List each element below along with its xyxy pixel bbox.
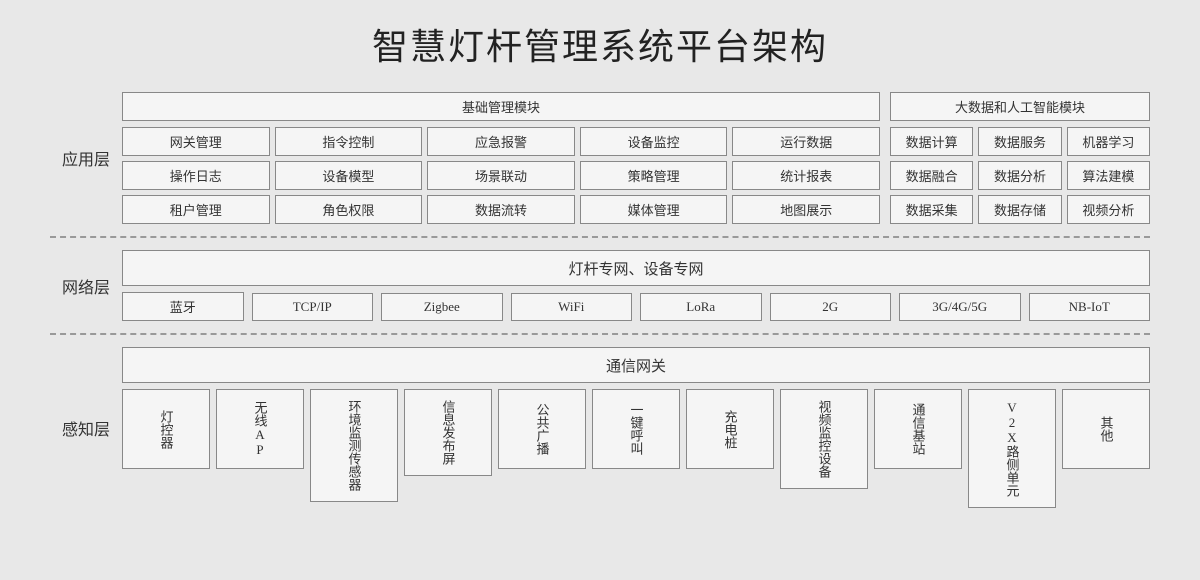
module1-cell: 操作日志 <box>122 161 270 190</box>
perception-item: 通信基站 <box>874 389 962 469</box>
basic-management-header: 基础管理模块 <box>122 92 880 121</box>
application-layer-content: 基础管理模块 网关管理指令控制应急报警设备监控运行数据操作日志设备模型场景联动策… <box>122 84 1150 232</box>
module1-cell: 场景联动 <box>427 161 575 190</box>
perception-layer-label: 感知层 <box>50 339 122 516</box>
network-item: NB-IoT <box>1029 293 1151 321</box>
perception-items: 灯控器无线AP环境监测传感器信息发布屏公共广播一键呼叫充电桩视频监控设备通信基站… <box>122 389 1150 508</box>
perception-item: 一键呼叫 <box>592 389 680 469</box>
network-layer-content: 灯杆专网、设备专网 蓝牙 TCP/IPZigbee WiFiLoRa 2G3G/4G/… <box>122 242 1150 329</box>
module1-cell: 策略管理 <box>580 161 728 190</box>
application-layer-row: 应用层 基础管理模块 网关管理指令控制应急报警设备监控运行数据操作日志设备模型场… <box>50 84 1150 232</box>
network-item: 2G <box>770 293 892 321</box>
bigdata-ai-module: 大数据和人工智能模块 数据计算数据服务机器学习数据融合数据分析算法建模数据采集数… <box>890 92 1150 224</box>
perception-item: 公共广播 <box>498 389 586 469</box>
network-item: LoRa <box>640 293 762 321</box>
module1-cell: 数据流转 <box>427 195 575 224</box>
application-layer-label: 应用层 <box>50 84 122 232</box>
network-layer-label: 网络层 <box>50 242 122 329</box>
module1-cell: 设备模型 <box>275 161 423 190</box>
divider-1 <box>50 236 1150 238</box>
network-item: WiFi <box>511 293 633 321</box>
bigdata-ai-header: 大数据和人工智能模块 <box>890 92 1150 121</box>
perception-item: 无线AP <box>216 389 304 469</box>
network-layer-row: 网络层 灯杆专网、设备专网 蓝牙 TCP/IPZigbee WiFiLoRa 2G3G… <box>50 242 1150 329</box>
network-item: TCP/IP <box>252 293 374 321</box>
perception-item: V2X路侧单元 <box>968 389 1056 508</box>
module1-cell: 设备监控 <box>580 127 728 156</box>
perception-item: 环境监测传感器 <box>310 389 398 502</box>
network-banner: 灯杆专网、设备专网 <box>122 250 1150 286</box>
network-item: 3G/4G/5G <box>899 293 1021 321</box>
perception-item: 信息发布屏 <box>404 389 492 476</box>
module1-cell: 地图展示 <box>732 195 880 224</box>
module2-cell: 机器学习 <box>1067 127 1150 156</box>
perception-layer-content: 通信网关 灯控器无线AP环境监测传感器信息发布屏公共广播一键呼叫充电桩视频监控设… <box>122 339 1150 516</box>
module2-cell: 算法建模 <box>1067 161 1150 190</box>
module1-cell: 统计报表 <box>732 161 880 190</box>
page-title: 智慧灯杆管理系统平台架构 <box>372 18 828 70</box>
bigdata-ai-grid: 数据计算数据服务机器学习数据融合数据分析算法建模数据采集数据存储视频分析 <box>890 127 1150 224</box>
perception-layer-row: 感知层 通信网关 灯控器无线AP环境监测传感器信息发布屏公共广播一键呼叫充电桩视… <box>50 339 1150 516</box>
module2-cell: 数据存储 <box>978 195 1061 224</box>
module2-cell: 数据融合 <box>890 161 973 190</box>
module2-cell: 数据服务 <box>978 127 1061 156</box>
module2-cell: 数据分析 <box>978 161 1061 190</box>
basic-management-grid: 网关管理指令控制应急报警设备监控运行数据操作日志设备模型场景联动策略管理统计报表… <box>122 127 880 224</box>
network-items: 蓝牙 TCP/IPZigbee WiFiLoRa 2G3G/4G/5G NB-IoT <box>122 292 1150 321</box>
module1-cell: 运行数据 <box>732 127 880 156</box>
module1-cell: 指令控制 <box>275 127 423 156</box>
module1-cell: 应急报警 <box>427 127 575 156</box>
app-layer-inner: 基础管理模块 网关管理指令控制应急报警设备监控运行数据操作日志设备模型场景联动策… <box>122 92 1150 224</box>
network-item: Zigbee <box>381 293 503 321</box>
perception-item: 灯控器 <box>122 389 210 469</box>
module1-cell: 网关管理 <box>122 127 270 156</box>
perception-item: 视频监控设备 <box>780 389 868 489</box>
perception-item: 其他 <box>1062 389 1150 469</box>
divider-2 <box>50 333 1150 335</box>
module2-cell: 数据采集 <box>890 195 973 224</box>
basic-management-module: 基础管理模块 网关管理指令控制应急报警设备监控运行数据操作日志设备模型场景联动策… <box>122 92 880 224</box>
module1-cell: 租户管理 <box>122 195 270 224</box>
module2-cell: 视频分析 <box>1067 195 1150 224</box>
main-content: 应用层 基础管理模块 网关管理指令控制应急报警设备监控运行数据操作日志设备模型场… <box>50 84 1150 516</box>
network-item: 蓝牙 <box>122 292 244 321</box>
perception-banner: 通信网关 <box>122 347 1150 383</box>
module2-cell: 数据计算 <box>890 127 973 156</box>
perception-item: 充电桩 <box>686 389 774 469</box>
module1-cell: 角色权限 <box>275 195 423 224</box>
module1-cell: 媒体管理 <box>580 195 728 224</box>
